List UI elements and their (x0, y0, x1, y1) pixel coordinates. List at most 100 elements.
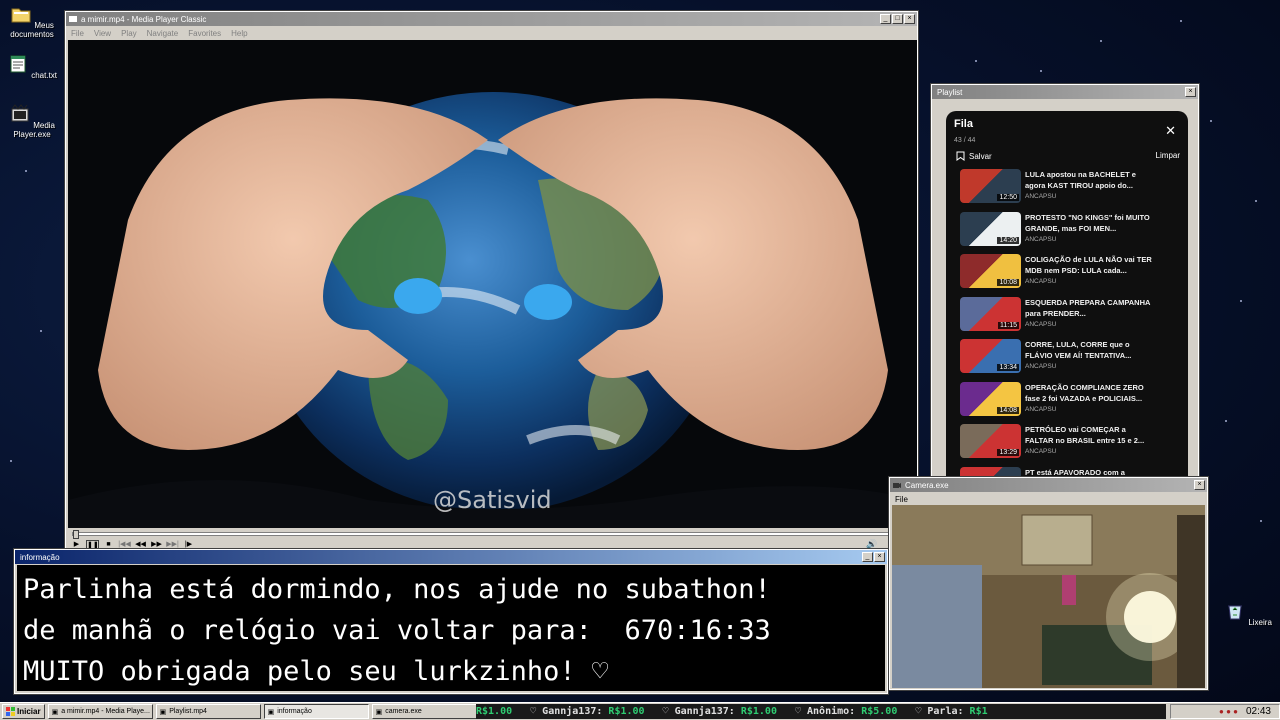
info-line: de manhã o relógio vai voltar para: 670:… (23, 615, 771, 646)
camera-icon (893, 483, 901, 488)
video-duration: 13:29 (997, 449, 1019, 456)
donor-name: Parla: (927, 706, 964, 717)
channel-name: ANCAPSU (1025, 235, 1057, 243)
taskbar-item-camera[interactable]: ▣ camera.exe (371, 704, 477, 719)
minimize-button[interactable]: _ (862, 552, 873, 562)
queue-item[interactable]: 12:50 LULA apostou na BACHELET e agora KA… (960, 165, 1188, 208)
video-watermark: @Satisvid (433, 486, 552, 514)
info-window[interactable]: informação _ × Parlinha está dormindo, n… (13, 548, 889, 695)
close-button[interactable]: × (1185, 87, 1196, 97)
info-message: Parlinha está dormindo, nos ajude no sub… (17, 565, 885, 691)
donation-amount: R$1.00 (476, 706, 513, 717)
queue-item[interactable]: 11:15 ESQUERDA PREPARA CAMPANHA para PREN… (960, 293, 1188, 336)
taskbar: Iniciar ▣ a mimir.mp4 - Media Playe... ▣ P… (0, 702, 1280, 720)
seek-bar[interactable] (72, 530, 912, 539)
queue-list: 12:50 LULA apostou na BACHELET e agora KA… (960, 165, 1188, 481)
playlist-icon: ▣ (159, 708, 167, 716)
menu-navigate[interactable]: Navigate (147, 29, 179, 38)
heart-icon: ♡ (530, 706, 543, 717)
video-title[interactable]: LULA apostou na BACHELET e agora KAST TI… (1025, 169, 1153, 191)
task-label: informação (277, 708, 312, 715)
video-title[interactable]: COLIGAÇÃO de LULA NÃO vai TER MDB nem PS… (1025, 254, 1153, 276)
queue-count: 43 / 44 (954, 137, 976, 144)
queue-item[interactable]: 14:20 PROTESTO "NO KINGS" foi MUITO GRAND… (960, 208, 1188, 251)
media-player-icon: ▣ (51, 708, 59, 716)
info-titlebar[interactable]: informação _ × (15, 550, 887, 564)
donation-amount: R$1.00 (740, 706, 777, 717)
close-button[interactable]: × (1194, 480, 1205, 490)
video-duration: 12:50 (997, 194, 1019, 201)
media-player-icon (11, 104, 29, 122)
menu-file[interactable]: File (71, 29, 84, 38)
menu-file[interactable]: File (895, 495, 908, 504)
queue-item[interactable]: 14:08 OPERAÇÃO COMPLIANCE ZERO fase 2 foi… (960, 378, 1188, 421)
window-title: a mimir.mp4 - Media Player Classic (81, 14, 207, 24)
taskbar-item-playlist[interactable]: ▣ Playlist.mp4 (155, 704, 261, 719)
video-frame[interactable]: @Satisvid (68, 40, 917, 528)
video-thumbnail[interactable]: 12:50 (960, 169, 1021, 203)
video-title[interactable]: PETRÓLEO vai COMEÇAR a FALTAR no BRASIL … (1025, 424, 1153, 446)
heart-icon: ♡ (662, 706, 675, 717)
video-duration: 11:15 (998, 321, 1019, 329)
video-thumbnail[interactable]: 13:29 (960, 424, 1021, 458)
clear-button[interactable]: Limpar (1156, 151, 1180, 160)
video-title[interactable]: OPERAÇÃO COMPLIANCE ZERO fase 2 foi VAZA… (1025, 382, 1153, 404)
video-thumbnail[interactable]: 13:34 (960, 339, 1021, 373)
media-player-titlebar[interactable]: a mimir.mp4 - Media Player Classic _ □ × (66, 12, 917, 26)
desktop-icon-media-player[interactable]: Media Player.exe (0, 103, 64, 139)
desktop-icon-chat[interactable]: chat.txt (0, 53, 64, 80)
minimize-button[interactable]: _ (880, 14, 891, 24)
queue-panel: Fila 43 / 44 ✕ Salvar Limpar 12:50 LULA a… (946, 111, 1188, 481)
camera-titlebar[interactable]: Camera.exe × (890, 478, 1207, 492)
ticker-entry: ♡ Anônimo: R$5.00 (795, 706, 897, 717)
video-title[interactable]: ESQUERDA PREPARA CAMPANHA para PRENDER..… (1025, 297, 1153, 319)
queue-item[interactable]: 13:29 PETRÓLEO vai COMEÇAR a FALTAR no BR… (960, 420, 1188, 463)
maximize-button[interactable]: □ (892, 14, 903, 24)
queue-item[interactable]: 13:34 CORRE, LULA, CORRE que o FLÁVIO VEM… (960, 335, 1188, 378)
camera-icon: ▣ (375, 708, 383, 716)
taskbar-item-media-player[interactable]: ▣ a mimir.mp4 - Media Playe... (47, 704, 153, 719)
ticker-entry: ♡ Gannja137: R$1.00 (663, 706, 777, 717)
desktop-icon-label: Lixeira (1248, 618, 1272, 627)
ticker-entry: ♡ Parla: R$1 (915, 706, 987, 717)
video-image (68, 40, 917, 528)
playlist-window[interactable]: Playlist × Fila 43 / 44 ✕ Salvar Limpar … (930, 83, 1200, 482)
menu-view[interactable]: View (94, 29, 111, 38)
taskbar-item-informacao[interactable]: ▣ informação (263, 704, 369, 719)
menu-favorites[interactable]: Favorites (188, 29, 221, 38)
notepad-icon (10, 55, 26, 73)
video-title[interactable]: PT está APAVORADO com a (1025, 467, 1153, 478)
media-player-window[interactable]: a mimir.mp4 - Media Player Classic _ □ ×… (64, 10, 919, 550)
close-button[interactable]: × (874, 552, 885, 562)
video-title[interactable]: CORRE, LULA, CORRE que o FLÁVIO VEM AÍ! … (1025, 339, 1153, 361)
ticker-entry: R$1.00 (476, 706, 512, 717)
seek-thumb[interactable] (73, 530, 79, 539)
menu-help[interactable]: Help (231, 29, 247, 38)
video-thumbnail[interactable]: 14:08 (960, 381, 1021, 416)
donation-amount: R$1 (969, 706, 988, 717)
menu-play[interactable]: Play (121, 29, 137, 38)
start-button[interactable]: Iniciar (2, 704, 45, 719)
menu-bar: File View Play Navigate Favorites Help (66, 26, 917, 40)
clock: 02:43 (1245, 706, 1271, 717)
save-button[interactable]: Salvar (956, 151, 992, 161)
queue-item[interactable]: 10:08 COLIGAÇÃO de LULA NÃO vai TER MDB n… (960, 250, 1188, 293)
donation-amount: R$1.00 (608, 706, 645, 717)
donation-ticker: R$1.00 ♡ Gannja137: R$1.00 ♡ Gannja137: R$… (476, 704, 1166, 719)
media-player-icon (69, 16, 77, 22)
desktop-icon-recycle-bin[interactable]: Lixeira (1216, 600, 1280, 627)
desktop-icon-meus-documentos[interactable]: Meus documentos (0, 3, 64, 39)
camera-image (892, 505, 1205, 688)
close-icon[interactable]: ✕ (1165, 123, 1176, 139)
channel-name: ANCAPSU (1025, 405, 1057, 413)
camera-window[interactable]: Camera.exe × File (888, 476, 1209, 691)
playlist-titlebar[interactable]: Playlist × (932, 85, 1198, 99)
donor-name: Gannja137: (542, 706, 603, 717)
video-title[interactable]: PROTESTO "NO KINGS" foi MUITO GRANDE, ma… (1025, 212, 1153, 234)
video-thumbnail[interactable]: 11:15 (960, 296, 1021, 331)
channel-name: ANCAPSU (1025, 278, 1057, 285)
recycle-bin-icon (1228, 605, 1243, 620)
video-thumbnail[interactable]: 14:20 (960, 211, 1021, 246)
close-button[interactable]: × (904, 14, 915, 24)
video-thumbnail[interactable]: 10:08 (960, 254, 1021, 288)
